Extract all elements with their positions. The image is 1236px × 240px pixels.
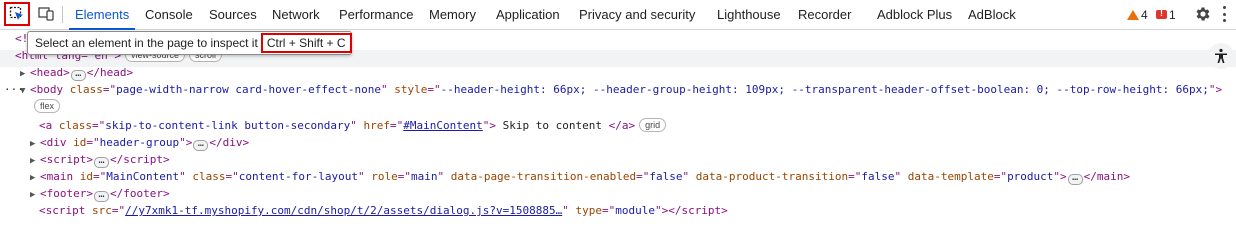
accessibility-tree-button[interactable] <box>1208 43 1234 69</box>
warnings-counter[interactable]: 4 <box>1127 0 1148 29</box>
settings-gear-icon[interactable] <box>1194 5 1212 23</box>
script-src-link[interactable]: //y7xmk1-tf.myshopify.com/cdn/shop/t/2/a… <box>125 204 562 217</box>
collapsed-ellipsis[interactable]: … <box>1067 173 1083 185</box>
inspect-element-button[interactable] <box>4 2 30 26</box>
tab-privacy-and-security[interactable]: Privacy and security <box>579 0 695 29</box>
collapsed-ellipsis[interactable]: … <box>70 69 86 81</box>
href-link[interactable]: #MainContent <box>403 119 482 132</box>
errors-count: 1 <box>1169 7 1176 22</box>
dom-line-body[interactable]: ··· ▼ <body class="page-width-narrow card… <box>0 81 1236 98</box>
collapsed-ellipsis[interactable]: … <box>193 139 209 151</box>
warnings-count: 4 <box>1141 7 1148 22</box>
dom-line-header-group[interactable]: ▶ <div id="header-group">… </div> <box>30 134 249 151</box>
dom-line-body-chip: flex <box>30 98 61 115</box>
collapse-arrow-icon[interactable]: ▼ <box>20 83 30 100</box>
tab-adblock-plus[interactable]: Adblock Plus <box>877 0 952 29</box>
error-icon <box>1156 8 1167 19</box>
more-options-icon[interactable] <box>1222 6 1226 22</box>
tab-lighthouse[interactable]: Lighthouse <box>717 0 781 29</box>
errors-counter[interactable]: 1 <box>1156 0 1176 29</box>
warning-icon <box>1127 9 1139 20</box>
elements-dom-tree: <! <html lang="en"> view-source scroll ▶ <h… <box>0 30 1236 225</box>
dom-line-head[interactable]: ▶ <head>… </head> <box>20 64 133 81</box>
device-toolbar-icon <box>38 7 54 21</box>
tab-network[interactable]: Network <box>272 0 320 29</box>
flex-chip[interactable]: flex <box>34 99 61 113</box>
tab-recorder[interactable]: Recorder <box>798 0 851 29</box>
tab-sources[interactable]: Sources <box>209 0 257 29</box>
toolbar-divider <box>62 6 63 23</box>
dom-line-skip-link[interactable]: <a class="skip-to-content-link button-se… <box>39 117 667 134</box>
inspect-element-icon <box>9 6 23 20</box>
collapsed-ellipsis[interactable]: … <box>93 156 109 168</box>
tab-performance[interactable]: Performance <box>339 0 413 29</box>
tooltip-shortcut: Ctrl + Shift + C <box>260 33 352 53</box>
devtools-toolbar: Elements Console Sources Network Perform… <box>0 0 1236 30</box>
device-toolbar-button[interactable] <box>34 3 58 25</box>
tab-memory[interactable]: Memory <box>429 0 476 29</box>
tab-elements[interactable]: Elements <box>68 0 136 30</box>
accessibility-icon <box>1215 48 1227 63</box>
grid-chip[interactable]: grid <box>639 118 667 132</box>
tooltip-text: Select an element in the page to inspect… <box>35 36 258 50</box>
tab-console[interactable]: Console <box>145 0 193 29</box>
inspect-tooltip: Select an element in the page to inspect… <box>27 31 352 55</box>
dom-line-script-src[interactable]: <script src="//y7xmk1-tf.myshopify.com/c… <box>39 202 728 219</box>
dom-line-footer[interactable]: ▶ <footer>… </footer> <box>30 185 170 202</box>
dom-line-script[interactable]: ▶ <script>… </script> <box>30 151 170 168</box>
tab-application[interactable]: Application <box>496 0 560 29</box>
collapsed-ellipsis[interactable]: … <box>93 190 109 202</box>
tab-adblock[interactable]: AdBlock <box>968 0 1016 29</box>
dom-line-main[interactable]: ▶ <main id="MainContent" class="content-f… <box>30 168 1130 185</box>
